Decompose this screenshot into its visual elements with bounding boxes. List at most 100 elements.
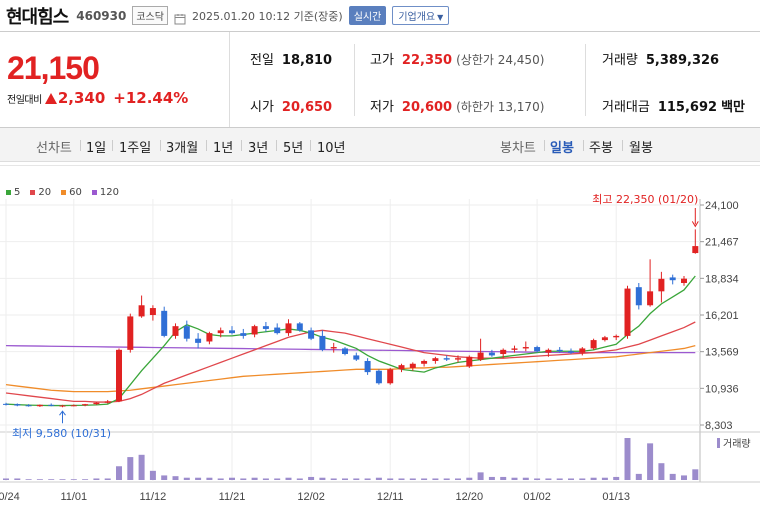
- current-price: 21,150: [7, 50, 100, 86]
- candle-chart-label: 봉차트: [500, 141, 536, 156]
- volume-bar: [229, 477, 235, 480]
- company-overview-dropdown[interactable]: 기업개요 ▼: [392, 6, 450, 25]
- x-tick-label: 10/24: [0, 491, 20, 503]
- x-tick-label: 11/21: [219, 491, 246, 503]
- candle-body: [195, 338, 202, 343]
- volume-bar: [579, 478, 586, 480]
- volume-bar: [398, 478, 405, 480]
- volume-bar: [14, 478, 21, 480]
- x-tick-label: 12/11: [377, 491, 404, 503]
- candle-body: [488, 352, 495, 356]
- candle-body: [48, 404, 55, 406]
- volume-bar: [522, 477, 529, 480]
- realtime-button[interactable]: 실시간: [348, 6, 387, 25]
- toolbar-separator: [112, 140, 113, 151]
- period-3m[interactable]: 3개월: [166, 137, 198, 156]
- candle-body: [285, 323, 292, 334]
- candle-body: [274, 327, 281, 334]
- candlestick-chart[interactable]: 24,100 21,467 18,834 16,201 13,569 10,936 8,30…: [0, 165, 760, 510]
- volume-bar: [455, 478, 461, 480]
- volume-bar: [3, 478, 9, 480]
- volume-bar: [342, 478, 348, 480]
- timestamp: 2025.01.20 10:12 기준(장중): [191, 9, 343, 23]
- period-5y[interactable]: 5년: [283, 137, 303, 156]
- volume-bar: [545, 478, 552, 480]
- candle-body: [692, 246, 699, 254]
- candle-body: [409, 363, 416, 368]
- volume-bar: [127, 457, 134, 480]
- volume-label: 거래량: [723, 438, 751, 450]
- x-tick-label: 11/01: [60, 491, 87, 503]
- y-tick-label: 21,467: [705, 237, 739, 249]
- chevron-down-icon: ▼: [437, 13, 444, 22]
- candle-body: [70, 405, 77, 407]
- high-annotation: 최고 22,350 (01/20): [592, 193, 698, 206]
- period-1d[interactable]: 1일: [86, 137, 106, 156]
- candle-weekly[interactable]: 주봉: [589, 137, 613, 156]
- candle-body: [477, 352, 484, 360]
- volume-bar: [308, 476, 315, 480]
- candle-body: [398, 365, 405, 370]
- volume-bar: [534, 478, 541, 480]
- candle-body: [624, 288, 631, 336]
- candle-body: [183, 326, 190, 339]
- volume-bar: [477, 472, 484, 480]
- candle-body: [172, 326, 179, 336]
- stock-name: 현대힘스: [6, 6, 69, 28]
- toolbar-separator: [160, 140, 161, 151]
- stat-prev-label: 전일: [250, 53, 274, 68]
- volume-bar: [635, 473, 642, 480]
- change-percent: +12.44%: [113, 89, 189, 107]
- volume-bar: [443, 478, 450, 480]
- volume-bar: [116, 466, 122, 480]
- stat-high-label: 고가: [370, 53, 394, 68]
- candle-body: [375, 370, 382, 384]
- volume-bar: [669, 473, 676, 480]
- volume-bar: [172, 476, 179, 480]
- volume-bar: [613, 476, 620, 480]
- candle-body: [25, 405, 32, 407]
- candle-body: [545, 349, 552, 353]
- volume-bar: [590, 477, 597, 480]
- stat-open-value: 20,650: [281, 100, 333, 115]
- candle-body: [319, 335, 326, 350]
- volume-bar: [59, 479, 66, 480]
- toolbar-separator: [544, 140, 545, 151]
- period-1y[interactable]: 1년: [213, 137, 233, 156]
- candle-body: [342, 348, 348, 355]
- candle-body: [330, 347, 337, 349]
- volume-bar: [262, 478, 269, 480]
- candle-body: [579, 348, 586, 353]
- stat-high: 고가 22,350 (상한가 24,450): [370, 49, 544, 68]
- volume-bar: [296, 478, 303, 480]
- change-label: 전일대비: [7, 94, 42, 106]
- candle-monthly[interactable]: 월봉: [629, 137, 653, 156]
- volume-bar: [353, 478, 360, 480]
- y-tick-label: 16,201: [705, 310, 739, 322]
- period-1w[interactable]: 1주일: [119, 137, 151, 156]
- period-3y[interactable]: 3년: [248, 137, 268, 156]
- volume-bar: [556, 478, 563, 480]
- lower-limit: (하한가 13,170): [456, 100, 545, 114]
- market-badge: 코스닥: [132, 6, 168, 25]
- change-row: 전일대비 2,340 +12.44%: [7, 89, 229, 107]
- stat-amount: 거래대금 115,692 백만: [602, 96, 745, 115]
- candle-body: [308, 330, 315, 339]
- candle-body: [206, 333, 213, 342]
- volume-bar: [692, 469, 699, 480]
- period-10y[interactable]: 10년: [317, 137, 346, 156]
- candle-body: [93, 402, 100, 405]
- candle-body: [364, 360, 371, 373]
- candle-body: [262, 326, 269, 329]
- volume-legend-swatch: [717, 438, 720, 448]
- y-tick-label: 13,569: [705, 347, 739, 359]
- volume-bar: [421, 478, 428, 480]
- stat-low: 저가 20,600 (하한가 13,170): [370, 96, 544, 115]
- period-toolbar: 선차트 1일 1주일 3개월 1년 3년 5년 10년 봉차트 일봉 주봉 월봉: [0, 128, 760, 162]
- toolbar-separator: [622, 140, 623, 151]
- stat-open: 시가 20,650: [250, 96, 332, 115]
- divider: [354, 44, 355, 116]
- candle-daily[interactable]: 일봉: [550, 137, 574, 156]
- price-box: 21,150 전일대비 2,340 +12.44%: [0, 32, 230, 127]
- stats-grid: 전일 18,810 시가 20,650 고가 22,350 (상한가 24,45…: [230, 32, 760, 128]
